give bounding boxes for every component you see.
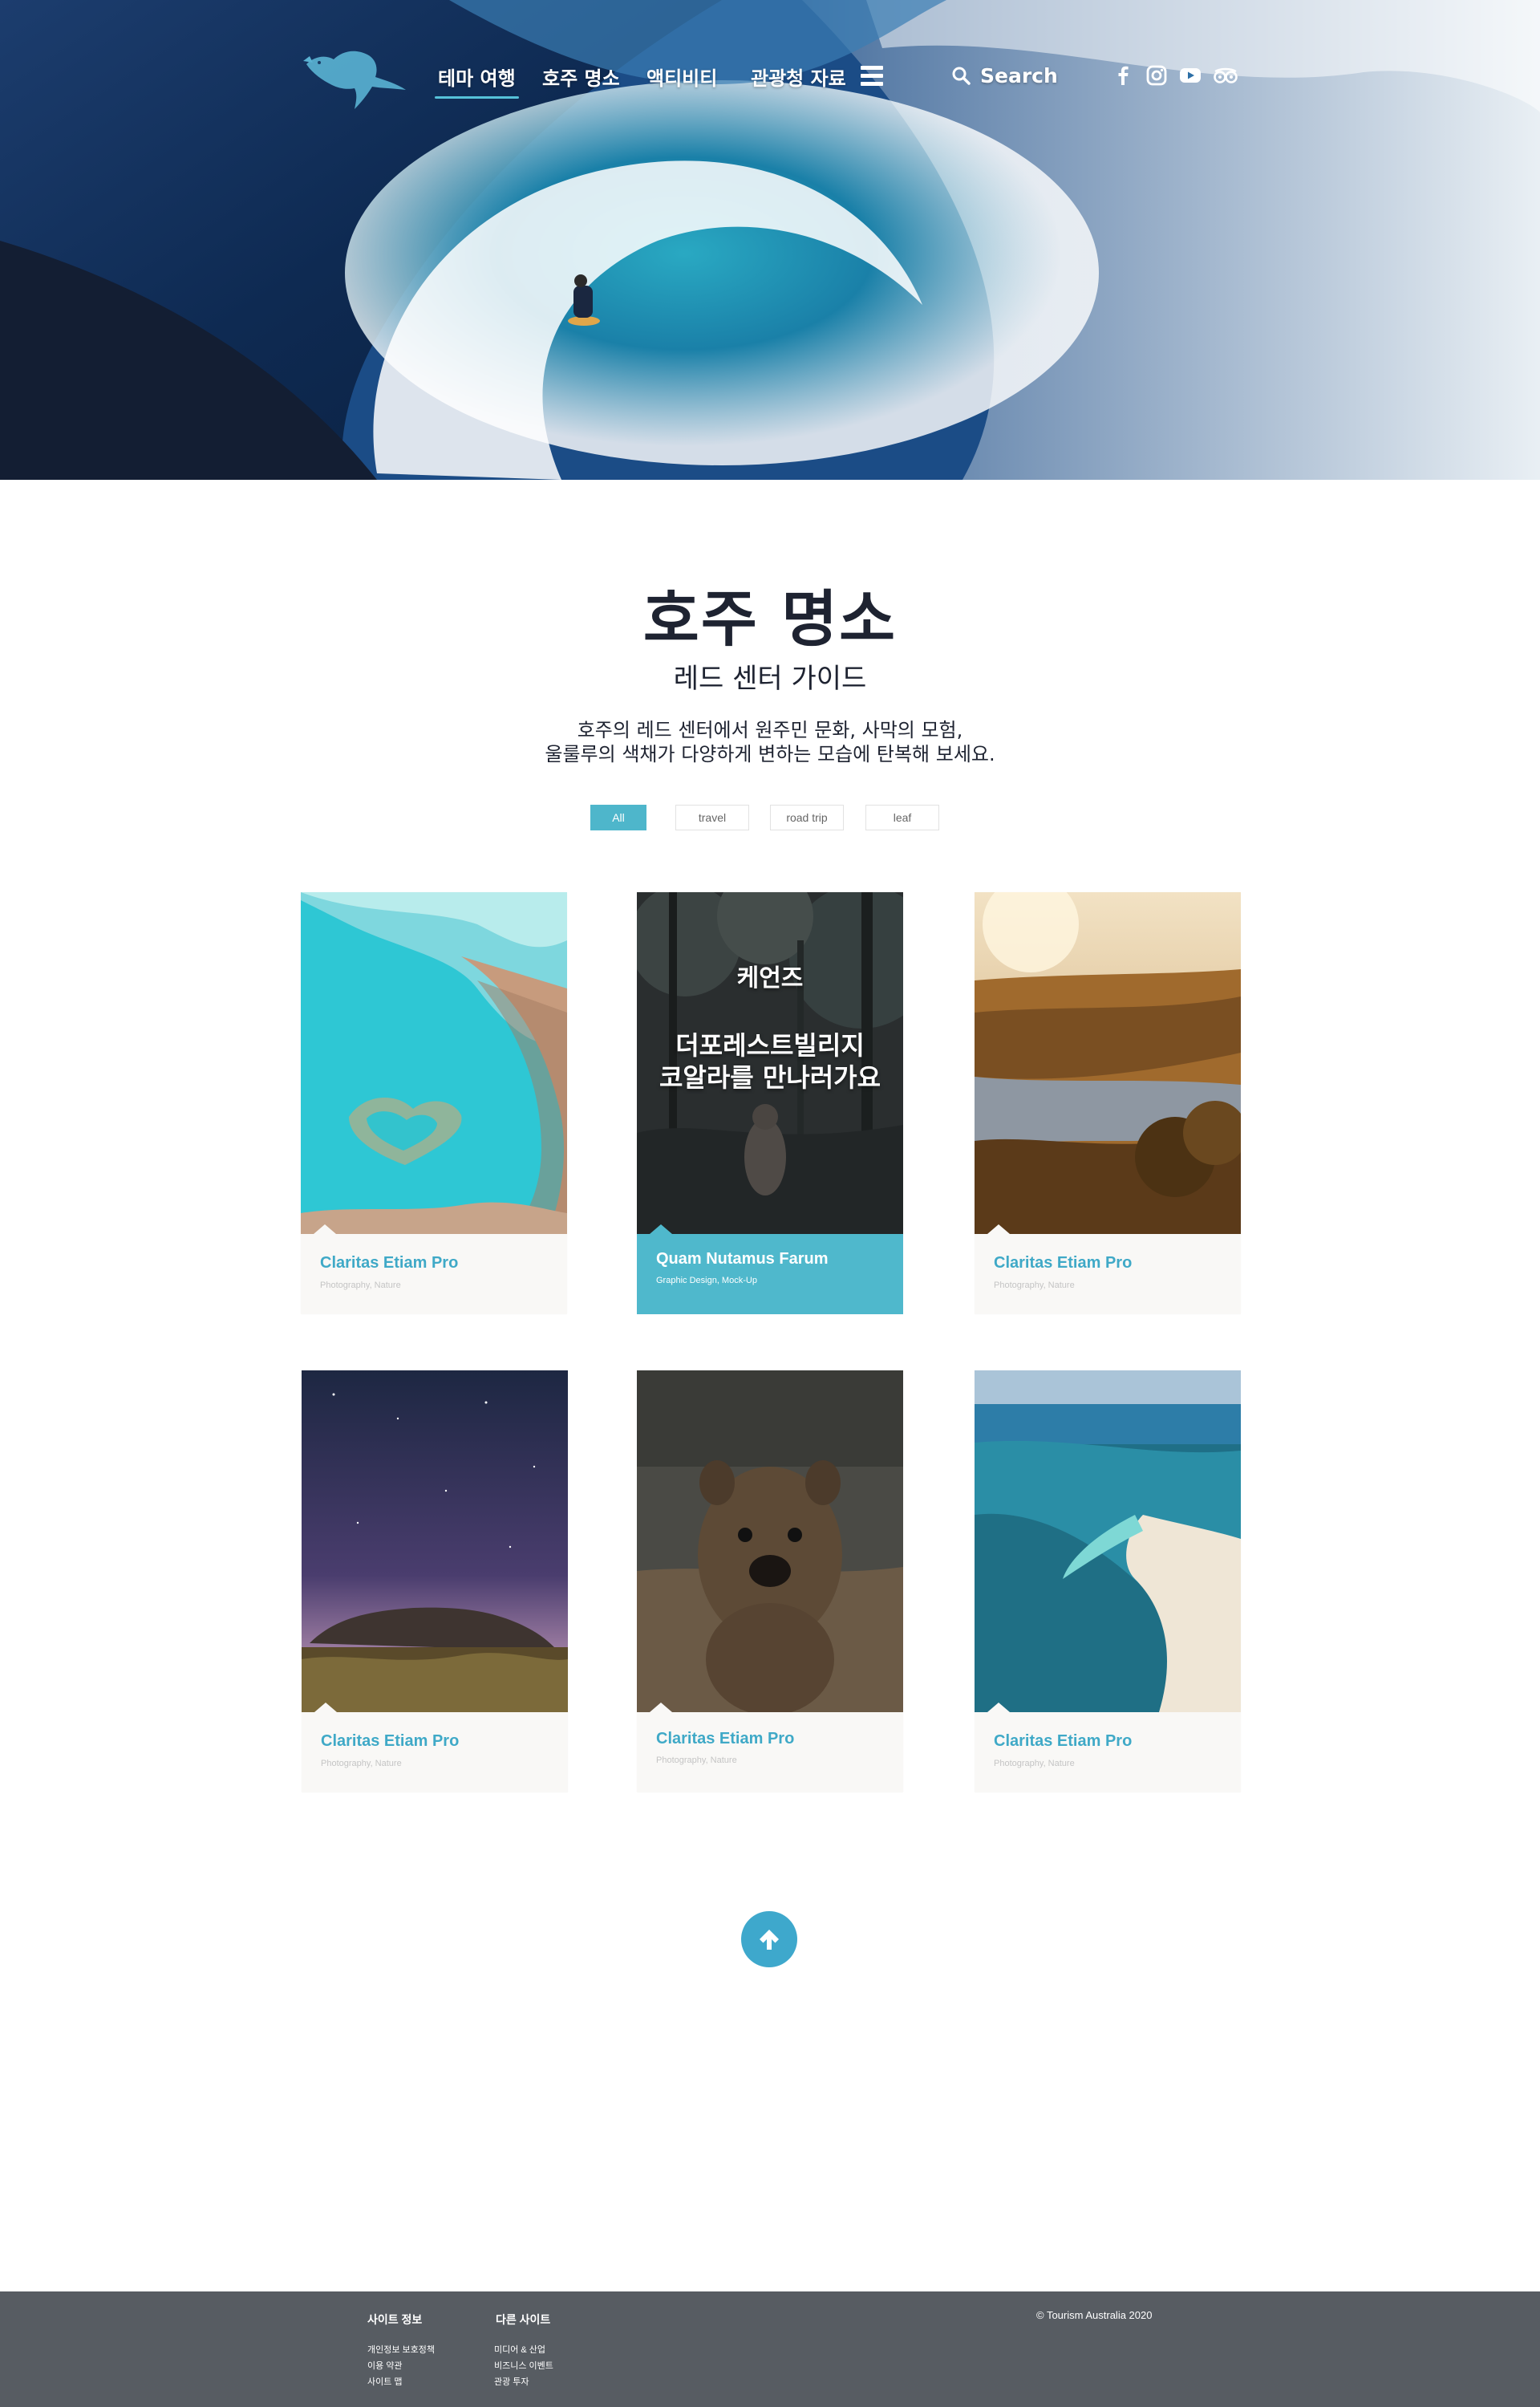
filter-travel[interactable]: travel <box>675 805 749 830</box>
nav-item-activities[interactable]: 액티비티 <box>646 63 717 91</box>
card-title: Claritas Etiam Pro <box>994 1732 1133 1750</box>
card-title: Quam Nutamus Farum <box>656 1250 829 1268</box>
footer-link-sitemap[interactable]: 사이트 맵 <box>367 2375 403 2388</box>
card-overlay-line-3: 코알라를 만나러가요 <box>659 1062 881 1093</box>
footer-link-tourism-investment[interactable]: 관광 투자 <box>494 2375 529 2388</box>
card-image-quokka <box>637 1370 903 1712</box>
intro-description-line-2: 울룰루의 색채가 다양하게 변하는 모습에 탄복해 보세요. <box>545 743 995 765</box>
search-icon <box>952 67 971 85</box>
card-subtitle: Photography, Nature <box>656 1756 737 1765</box>
facebook-icon[interactable] <box>1112 64 1134 87</box>
footer-link-privacy[interactable]: 개인정보 보호정책 <box>367 2343 435 2356</box>
card-image-sandbar-beach <box>975 1370 1241 1712</box>
card-subtitle: Photography, Nature <box>994 1281 1075 1290</box>
filter-bar: All travel road trip leaf <box>0 805 1540 830</box>
card-subtitle: Photography, Nature <box>321 1759 402 1768</box>
card-subtitle: Photography, Nature <box>320 1281 401 1290</box>
menu-icon[interactable] <box>861 66 883 87</box>
portfolio-card-featured[interactable]: 케언즈 더포레스트빌리지 코알라를 만나러가요 Quam Nutamus Far… <box>637 892 903 1314</box>
footer-link-terms[interactable]: 이용 약관 <box>367 2359 403 2372</box>
nav-item-tourism-resources[interactable]: 관광청 자료 <box>751 63 846 91</box>
footer-col1-heading: 사이트 정보 <box>367 2313 423 2326</box>
copyright-text: © Tourism Australia 2020 <box>1036 2309 1153 2321</box>
top-navigation: 테마 여행 호주 명소 액티비티 관광청 자료 Search <box>0 0 1540 152</box>
tripadvisor-icon[interactable] <box>1213 64 1238 87</box>
card-title: Claritas Etiam Pro <box>320 1254 459 1272</box>
portfolio-card[interactable]: Claritas Etiam Pro Photography, Nature <box>302 1370 568 1792</box>
filter-leaf[interactable]: leaf <box>865 805 939 830</box>
nav-item-attractions[interactable]: 호주 명소 <box>542 63 620 91</box>
instagram-icon[interactable] <box>1145 64 1168 87</box>
nav-item-theme-travel[interactable]: 테마 여행 <box>435 63 519 99</box>
search-label: Search <box>980 63 1058 87</box>
card-subtitle: Photography, Nature <box>994 1759 1075 1768</box>
hero-banner: 테마 여행 호주 명소 액티비티 관광청 자료 Search <box>0 0 1540 480</box>
filter-road-trip[interactable]: road trip <box>770 805 844 830</box>
portfolio-card[interactable]: Claritas Etiam Pro Photography, Nature <box>637 1370 903 1792</box>
page-title: 호주 명소 <box>642 583 898 655</box>
portfolio-card[interactable]: Claritas Etiam Pro Photography, Nature <box>975 892 1241 1314</box>
kangaroo-logo-icon[interactable] <box>298 32 407 112</box>
footer-col2-heading: 다른 사이트 <box>496 2313 551 2326</box>
arrow-up-icon <box>760 1930 779 1950</box>
card-title: Claritas Etiam Pro <box>994 1254 1133 1272</box>
youtube-icon[interactable] <box>1179 64 1202 87</box>
card-overlay-line-1: 케언즈 <box>736 964 804 992</box>
footer-link-media[interactable]: 미디어 & 산업 <box>494 2343 545 2356</box>
page-subtitle: 레드 센터 가이드 <box>673 663 867 695</box>
site-footer: 사이트 정보 개인정보 보호정책 이용 약관 사이트 맵 다른 사이트 미디어 … <box>0 2291 1540 2407</box>
portfolio-card[interactable]: Claritas Etiam Pro Photography, Nature <box>975 1370 1241 1792</box>
back-to-top-button[interactable] <box>741 1911 797 1967</box>
footer-link-business-events[interactable]: 비즈니스 이벤트 <box>494 2359 553 2372</box>
card-image-uluru-night <box>302 1370 568 1712</box>
card-image-river-sunset <box>975 892 1241 1234</box>
search-button[interactable]: Search <box>951 63 1058 88</box>
portfolio-card[interactable]: Claritas Etiam Pro Photography, Nature <box>301 892 567 1314</box>
card-image-heart-reef <box>301 892 567 1234</box>
filter-all[interactable]: All <box>590 805 646 830</box>
card-title: Claritas Etiam Pro <box>321 1732 460 1750</box>
card-image-forest: 케언즈 더포레스트빌리지 코알라를 만나러가요 <box>637 892 903 1234</box>
card-title: Claritas Etiam Pro <box>656 1730 795 1747</box>
card-subtitle: Graphic Design, Mock-Up <box>656 1276 757 1285</box>
